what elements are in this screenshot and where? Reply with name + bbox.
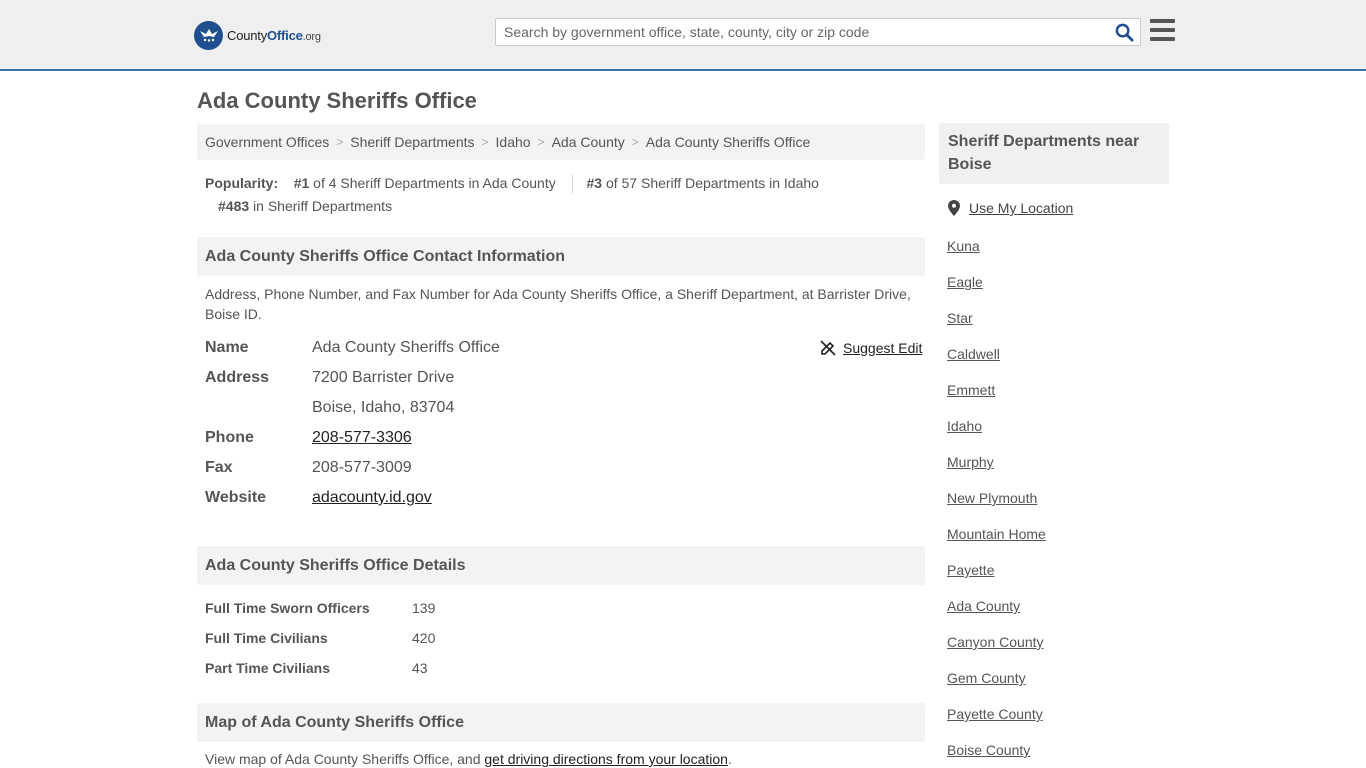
sidebar-link-caldwell[interactable]: Caldwell (947, 346, 1000, 362)
site-logo[interactable]: CountyOffice.org (194, 20, 321, 50)
sidebar-link-murphy[interactable]: Murphy (947, 454, 994, 470)
sidebar-link-payette[interactable]: Payette (947, 562, 994, 578)
sidebar-link-gem-county[interactable]: Gem County (947, 670, 1026, 686)
map-desc-suffix: . (727, 751, 732, 767)
detail-label: Full Time Civilians (205, 630, 328, 646)
breadcrumb-ada-county[interactable]: Ada County (552, 134, 625, 150)
logo-accent: Office (267, 27, 303, 43)
search-box (495, 18, 1141, 46)
popularity-rank-national-text: in Sheriff Departments (253, 198, 393, 214)
hamburger-menu-icon[interactable] (1150, 19, 1175, 41)
popularity-line: #483 in Sheriff Departments (205, 195, 925, 218)
chevron-right-icon: > (336, 135, 344, 149)
sidebar-heading: Sheriff Departments near Boise (939, 123, 1169, 184)
chevron-right-icon: > (481, 135, 489, 149)
detail-row: Part Time Civilians 43 (205, 658, 428, 678)
edit-pencil-icon (820, 340, 836, 356)
sidebar-link-canyon-county[interactable]: Canyon County (947, 634, 1044, 650)
detail-value: 139 (412, 600, 436, 616)
popularity-rank-county-text: of 4 Sheriff Departments in Ada County (313, 175, 556, 191)
map-description: View map of Ada County Sheriffs Office, … (205, 751, 732, 767)
chevron-right-icon: > (537, 135, 545, 149)
sidebar-link-new-plymouth[interactable]: New Plymouth (947, 490, 1037, 506)
map-desc-prefix: View map of Ada County Sheriffs Office, … (205, 751, 481, 767)
popularity-rank-state: #3 (586, 175, 603, 191)
menu-bar (1150, 28, 1175, 32)
popularity: Popularity: #1 of 4 Sheriff Departments … (205, 172, 925, 218)
logo-text: CountyOffice.org (227, 28, 321, 43)
map-pin-icon (948, 200, 960, 216)
detail-label: Full Time Sworn Officers (205, 600, 370, 616)
top-bar: CountyOffice.org (0, 0, 1366, 71)
sidebar-link-emmett[interactable]: Emmett (947, 382, 995, 398)
breadcrumb-current: Ada County Sheriffs Office (645, 134, 811, 150)
use-my-location-link[interactable]: Use My Location (969, 200, 1073, 216)
contact-description: Address, Phone Number, and Fax Number fo… (205, 286, 911, 322)
sidebar-link-boise-county[interactable]: Boise County (947, 742, 1030, 758)
divider (571, 175, 573, 194)
breadcrumb: Government Offices > Sheriff Departments… (197, 124, 925, 160)
detail-row: Full Time Civilians 420 (205, 628, 435, 648)
address-line-1: 7200 Barrister Drive (312, 369, 455, 386)
website-link[interactable]: adacounty.id.gov (312, 489, 432, 507)
search-icon (1115, 23, 1134, 42)
driving-directions-link[interactable]: get driving directions from your locatio… (484, 751, 728, 767)
sidebar-link-mountain-home[interactable]: Mountain Home (947, 526, 1046, 542)
office-name: Ada County Sheriffs Office (312, 339, 500, 356)
popularity-label: Popularity: (205, 175, 279, 191)
logo-tld: .org (302, 30, 321, 43)
info-row-name: Name Ada County Sheriffs Office (205, 333, 500, 363)
page-title: Ada County Sheriffs Office (197, 88, 477, 113)
fax-number: 208-577-3009 (312, 459, 412, 476)
sidebar-link-kuna[interactable]: Kuna (947, 238, 980, 254)
use-location: Use My Location (948, 200, 1073, 216)
breadcrumb-idaho[interactable]: Idaho (496, 134, 531, 150)
detail-value: 43 (412, 660, 428, 676)
sidebar-link-eagle[interactable]: Eagle (947, 274, 983, 290)
search-input[interactable] (496, 19, 1106, 45)
search-button[interactable] (1112, 21, 1136, 43)
detail-label: Part Time Civilians (205, 660, 331, 676)
info-row-phone: Phone 208-577-3306 (205, 423, 412, 453)
info-label: Address (205, 369, 270, 386)
info-label: Website (205, 489, 267, 506)
detail-value: 420 (412, 630, 436, 646)
logo-prefix: County (227, 27, 267, 43)
info-label: Phone (205, 429, 254, 446)
info-label: Name (205, 339, 249, 356)
menu-bar (1150, 37, 1175, 41)
breadcrumb-government-offices[interactable]: Government Offices (205, 134, 329, 150)
address-line-2: Boise, Idaho, 83704 (312, 399, 455, 416)
sidebar-link-star[interactable]: Star (947, 310, 973, 326)
popularity-rank-state-text: of 57 Sheriff Departments in Idaho (605, 175, 819, 191)
info-row-address-2: Boise, Idaho, 83704 (205, 393, 454, 423)
sidebar-link-ada-county[interactable]: Ada County (947, 598, 1020, 614)
info-row-fax: Fax 208-577-3009 (205, 453, 412, 483)
phone-link[interactable]: 208-577-3306 (312, 429, 412, 447)
breadcrumb-sheriff-departments[interactable]: Sheriff Departments (350, 134, 474, 150)
sidebar-link-idaho[interactable]: Idaho (947, 418, 982, 434)
info-row-address: Address 7200 Barrister Drive (205, 363, 454, 393)
map-heading: Map of Ada County Sheriffs Office (197, 703, 925, 742)
suggest-edit-button[interactable]: Suggest Edit (820, 340, 922, 356)
info-label: Fax (205, 459, 233, 476)
detail-row: Full Time Sworn Officers 139 (205, 598, 435, 618)
popularity-rank-county: #1 (293, 175, 310, 191)
popularity-rank-national: #483 (218, 198, 250, 214)
logo-eagle-icon (194, 20, 223, 50)
suggest-edit-label: Suggest Edit (843, 340, 923, 356)
sidebar-link-payette-county[interactable]: Payette County (947, 706, 1043, 722)
chevron-right-icon: > (631, 135, 639, 149)
info-row-website: Website adacounty.id.gov (205, 483, 432, 513)
contact-heading: Ada County Sheriffs Office Contact Infor… (197, 237, 925, 276)
popularity-line: Popularity: #1 of 4 Sheriff Departments … (205, 172, 925, 195)
details-heading: Ada County Sheriffs Office Details (197, 546, 925, 585)
menu-bar (1150, 19, 1175, 23)
